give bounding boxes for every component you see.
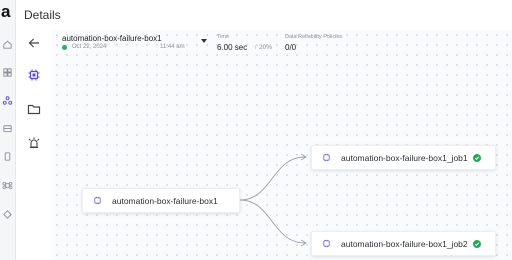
policies-value: 0/0: [285, 43, 297, 52]
back-arrow-icon[interactable]: [25, 34, 43, 52]
box-icon: [321, 239, 331, 249]
diamond-icon[interactable]: [1, 208, 14, 221]
child-node-job2[interactable]: automation-box-failure-box1_job2: [311, 231, 496, 256]
chip-icon[interactable]: [25, 66, 43, 84]
alarm-icon[interactable]: [25, 134, 43, 152]
success-check-icon: [472, 239, 481, 248]
top-bar: Details: [16, 0, 512, 30]
page-title: Details: [24, 8, 61, 22]
job-name: automation-box-failure-box1: [62, 34, 162, 43]
node-label: automation-box-failure-box1_job2: [341, 238, 468, 249]
time-value: 6.00 sec: [217, 43, 248, 52]
home-icon[interactable]: [1, 38, 14, 51]
child-node-job1[interactable]: automation-box-failure-box1_job1: [311, 145, 496, 170]
data-icon[interactable]: [1, 122, 14, 135]
secondary-nav: [16, 30, 52, 260]
job-selector[interactable]: automation-box-failure-box1 Oct 22, 2024…: [62, 32, 208, 54]
device-icon[interactable]: [1, 150, 14, 163]
policies-label: Data Reliability Policies: [285, 34, 343, 40]
folder-icon[interactable]: [25, 100, 43, 118]
pipelines-icon[interactable]: [1, 94, 14, 107]
chevron-down-icon: [201, 39, 207, 43]
job-time: 11:44 am: [160, 44, 185, 50]
app-logo[interactable]: a: [1, 3, 10, 20]
time-delta: ↑ 20%: [254, 44, 273, 51]
command-icon[interactable]: [1, 179, 14, 192]
success-check-icon: [472, 153, 481, 162]
node-label: automation-box-failure-box1_job1: [341, 152, 468, 163]
root-node[interactable]: automation-box-failure-box1: [82, 188, 240, 213]
job-info-bar: automation-box-failure-box1 Oct 22, 2024…: [62, 32, 512, 54]
job-date: Oct 22, 2024: [72, 44, 107, 50]
status-dot: [62, 45, 67, 50]
box-icon: [321, 153, 331, 163]
dashboard-icon[interactable]: [1, 66, 14, 79]
box-icon: [92, 196, 102, 206]
left-rail: a: [0, 0, 16, 260]
time-label: Time: [217, 34, 230, 40]
node-label: automation-box-failure-box1: [112, 195, 218, 206]
